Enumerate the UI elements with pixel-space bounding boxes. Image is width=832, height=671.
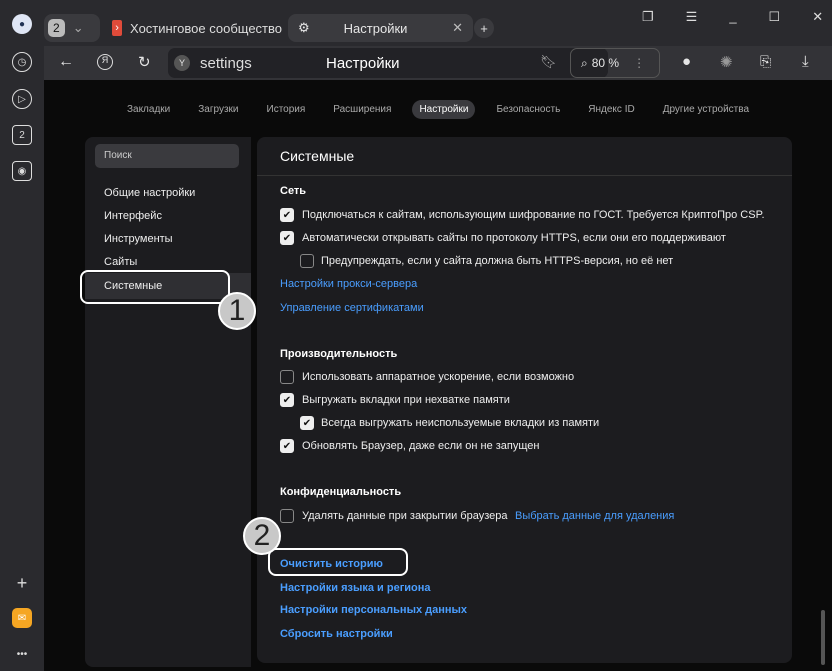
more-vert-icon[interactable]: ⋮	[633, 56, 645, 70]
tab-settings[interactable]: ⚙ Настройки ✕	[288, 14, 473, 42]
bookmark-icon[interactable]: 🔖︎	[540, 54, 557, 70]
unload-tabs-checkbox[interactable]: ✔	[280, 393, 294, 407]
https-warn-checkbox[interactable]	[300, 254, 314, 268]
nav-downloads[interactable]: Загрузки	[191, 100, 245, 119]
hw-accel-label: Использовать аппаратное ускорение, если …	[302, 371, 575, 383]
settings-search-input[interactable]: Поиск	[95, 144, 239, 168]
privacy-heading: Конфиденциальность	[280, 486, 402, 498]
menu-item-tools[interactable]: Инструменты	[104, 233, 173, 245]
nav-extensions[interactable]: Расширения	[326, 100, 398, 119]
update-browser-checkbox[interactable]: ✔	[280, 439, 294, 453]
divider	[257, 175, 792, 176]
proxy-settings-link[interactable]: Настройки прокси-сервера	[280, 278, 417, 290]
yandex-icon[interactable]: Я	[97, 54, 113, 70]
menu-item-interface[interactable]: Интерфейс	[104, 210, 162, 222]
menu-icon[interactable]: ☰	[686, 9, 698, 25]
reset-settings-link[interactable]: Сбросить настройки	[280, 628, 393, 640]
unload-tabs-label: Выгружать вкладки при нехватке памяти	[302, 394, 510, 406]
more-icon[interactable]: •••	[12, 644, 32, 664]
personal-data-link[interactable]: Настройки персональных данных	[280, 604, 467, 616]
gost-checkbox[interactable]: ✔	[280, 208, 294, 222]
nav-bookmarks[interactable]: Закладки	[120, 100, 177, 119]
screenshot-icon[interactable]: ◉	[12, 161, 32, 181]
nav-history[interactable]: История	[260, 100, 313, 119]
performance-heading: Производительность	[280, 348, 398, 360]
extension3-icon[interactable]: ⎘	[760, 53, 771, 70]
address-bar[interactable]: Y settings Настройки 🔖︎	[168, 48, 608, 78]
callout-box-1	[80, 270, 230, 304]
tabs-count-icon[interactable]: 2	[12, 125, 32, 145]
gost-label: Подключаться к сайтам, использующим шифр…	[302, 209, 765, 221]
maximize-icon[interactable]: ☐	[769, 9, 781, 25]
history-icon[interactable]: ◷	[12, 52, 32, 72]
mail-icon[interactable]: ✉	[12, 608, 32, 628]
tab-group-button[interactable]: 2 ⌄	[44, 14, 100, 42]
zoom-icon: ⌕	[581, 55, 588, 70]
menu-item-general[interactable]: Общие настройки	[104, 187, 195, 199]
clear-on-exit-label: Удалять данные при закрытии браузера	[302, 510, 508, 522]
always-unload-checkbox[interactable]: ✔	[300, 416, 314, 430]
zoom-control[interactable]: ⌕ 80 % ⋮	[570, 48, 660, 78]
tab-title: Хостинговое сообщество	[130, 20, 282, 36]
callout-number-1: 1	[218, 292, 256, 330]
back-icon[interactable]: ←	[58, 53, 74, 71]
choose-data-link[interactable]: Выбрать данные для удаления	[515, 510, 674, 522]
callout-number-2: 2	[243, 517, 281, 555]
page-title: Системные	[280, 148, 355, 164]
settings-nav: Закладки Загрузки История Расширения Нас…	[0, 100, 832, 119]
callout-box-2	[268, 548, 408, 576]
tab-count: 2	[48, 19, 65, 37]
certificates-link[interactable]: Управление сертификатами	[280, 302, 424, 314]
tab-title: Настройки	[343, 20, 408, 36]
https-warn-label: Предупреждать, если у сайта должна быть …	[321, 255, 674, 267]
address-page-title: Настройки	[326, 55, 400, 72]
zoom-level: 80 %	[591, 56, 620, 70]
nav-settings[interactable]: Настройки	[412, 100, 476, 119]
chevron-down-icon: ⌄	[72, 20, 84, 35]
gear-icon: ⚙	[298, 20, 310, 35]
close-window-icon[interactable]: ✕	[812, 9, 823, 25]
extension-icon[interactable]: ●	[682, 53, 691, 70]
tab-hosting[interactable]: › Хостинговое сообщество	[112, 14, 282, 42]
nav-devices[interactable]: Другие устройства	[656, 100, 756, 119]
toolbar: ← Я ↻ Y settings Настройки 🔖︎ ⌕ 80 % ⋮ ● ✺…	[44, 46, 832, 80]
address-text: settings	[200, 55, 252, 72]
collections-icon[interactable]: ❐	[642, 9, 654, 25]
always-unload-label: Всегда выгружать неиспользуемые вкладки …	[321, 417, 600, 429]
https-label: Автоматически открывать сайты по протоко…	[302, 232, 726, 244]
download-icon[interactable]: ⤓	[802, 53, 809, 70]
nav-security[interactable]: Безопасность	[489, 100, 567, 119]
minimize-icon[interactable]: _	[729, 9, 736, 25]
reload-icon[interactable]: ↻	[138, 53, 151, 71]
close-icon[interactable]: ✕	[452, 20, 463, 36]
favicon-icon: ›	[112, 20, 123, 36]
hw-accel-checkbox[interactable]	[280, 370, 294, 384]
language-region-link[interactable]: Настройки языка и региона	[280, 582, 431, 594]
network-heading: Сеть	[280, 185, 307, 197]
update-browser-label: Обновлять Браузер, даже если он не запущ…	[302, 440, 540, 452]
menu-item-sites[interactable]: Сайты	[104, 256, 137, 268]
extension2-icon[interactable]: ✺	[720, 53, 733, 71]
profile-avatar[interactable]: ●	[12, 14, 32, 34]
clear-on-exit-checkbox[interactable]	[280, 509, 294, 523]
site-icon: Y	[174, 55, 190, 71]
https-checkbox[interactable]: ✔	[280, 231, 294, 245]
add-icon[interactable]: +	[12, 573, 32, 593]
new-tab-button[interactable]: +	[474, 18, 494, 38]
scrollbar[interactable]	[821, 610, 825, 665]
nav-yandex-id[interactable]: Яндекс ID	[581, 100, 641, 119]
